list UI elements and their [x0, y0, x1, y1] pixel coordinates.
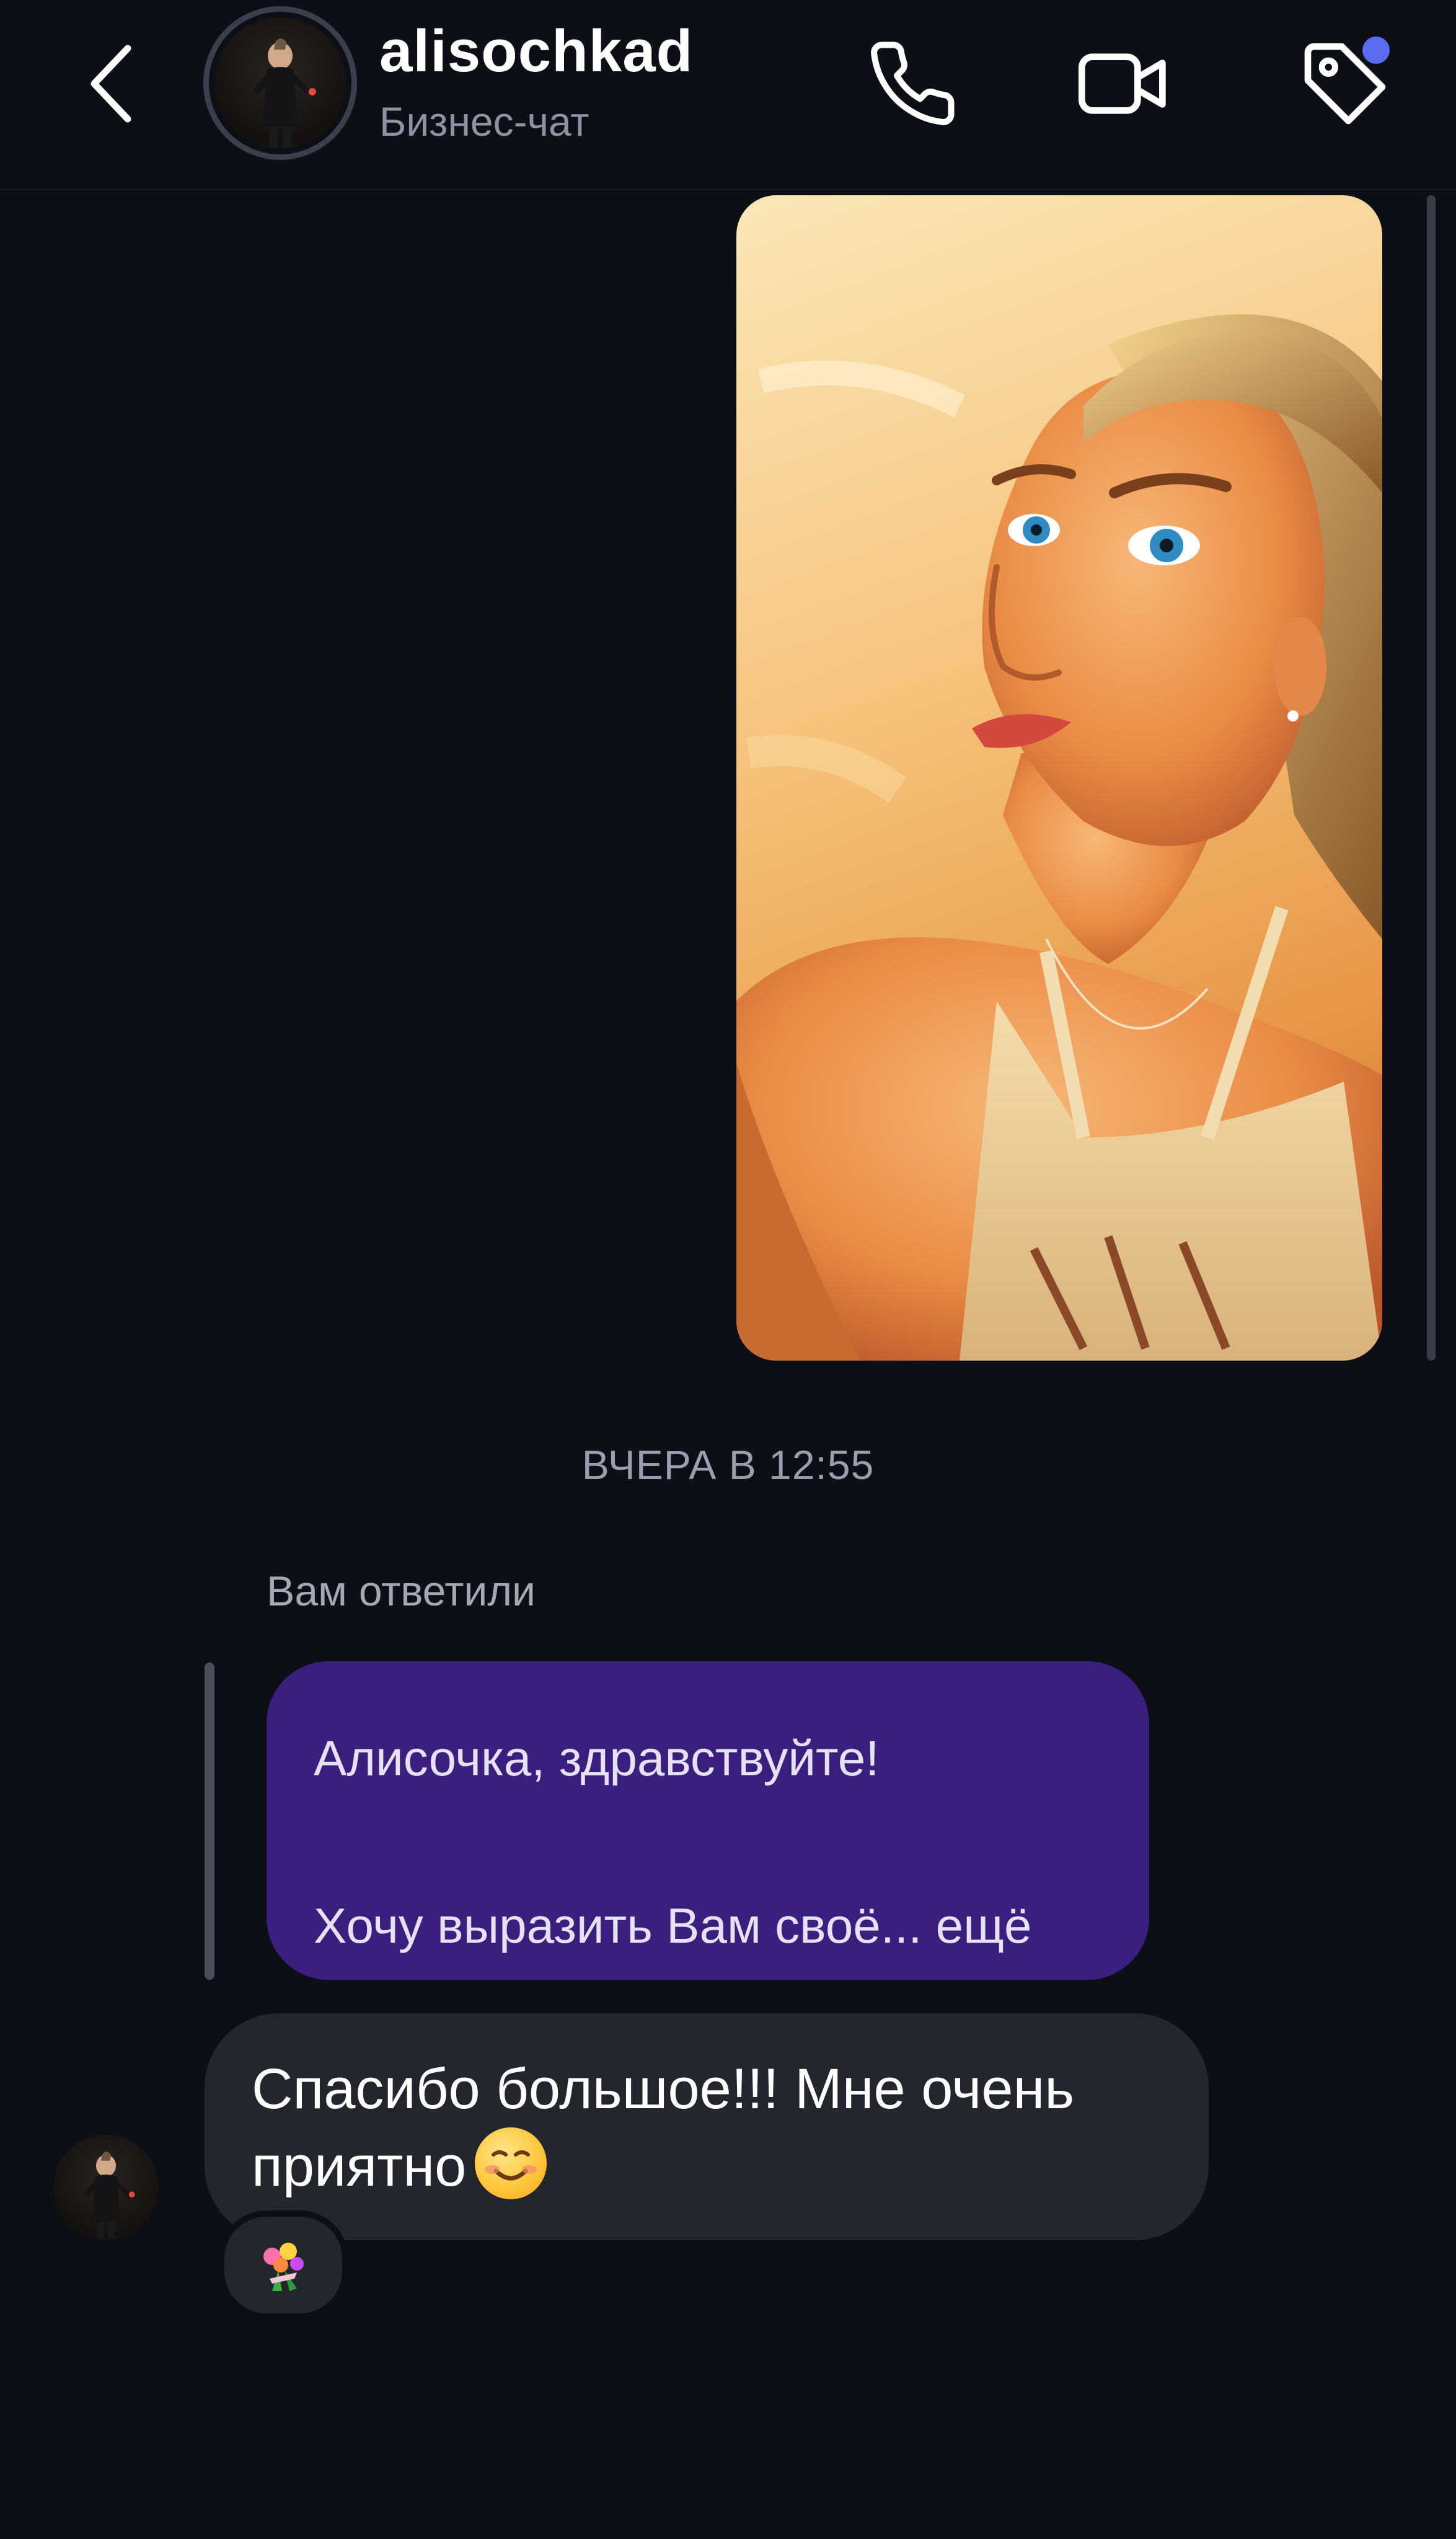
- reply-label: Вам ответили: [267, 1568, 536, 1615]
- incoming-message-line-1: Спасибо большое!!! Мне очень: [252, 2057, 1075, 2121]
- avatar-photo: [214, 17, 346, 149]
- incoming-message-bubble[interactable]: Спасибо большое!!! Мне очень приятно: [205, 2013, 1209, 2240]
- portrait-illustration: [736, 314, 1382, 1361]
- tag-button[interactable]: [1295, 34, 1395, 133]
- chat-subtitle: Бизнес-чат: [379, 99, 589, 144]
- scrollbar[interactable]: [1427, 195, 1436, 1361]
- smiling-face-emoji: [475, 2127, 547, 2199]
- message-reaction[interactable]: [218, 2210, 348, 2320]
- notification-dot: [1362, 37, 1390, 64]
- call-button[interactable]: [863, 34, 962, 133]
- bouquet-emoji: [263, 2243, 304, 2291]
- quoted-message-line-1: Алисочка, здравствуйте!: [314, 1731, 880, 1786]
- incoming-message-line-2: приятно: [252, 2135, 467, 2198]
- header-avatar[interactable]: [203, 6, 357, 160]
- incoming-message-line-2-wrap: приятно: [252, 2127, 1159, 2205]
- back-button[interactable]: [74, 37, 149, 130]
- sent-image-message[interactable]: [736, 195, 1382, 1361]
- quoted-message-bubble[interactable]: Алисочка, здравствуйте! Хочу выразить Ва…: [267, 1661, 1149, 1980]
- chat-username[interactable]: alisochkad: [379, 17, 693, 86]
- quoted-message-line-2: Хочу выразить Вам своё... ещё: [314, 1898, 1032, 1953]
- video-call-button[interactable]: [1074, 34, 1173, 133]
- message-timestamp: ВЧЕРА В 12:55: [581, 1442, 875, 1488]
- chat-header: alisochkad Бизнес-чат: [0, 0, 1456, 190]
- chevron-left-icon: [90, 45, 131, 123]
- video-camera-icon: [1079, 53, 1166, 114]
- reply-indicator-bar: [205, 1662, 214, 1980]
- phone-icon: [871, 42, 955, 125]
- sender-avatar[interactable]: [53, 2135, 159, 2240]
- avatar-photo: [84, 2152, 135, 2240]
